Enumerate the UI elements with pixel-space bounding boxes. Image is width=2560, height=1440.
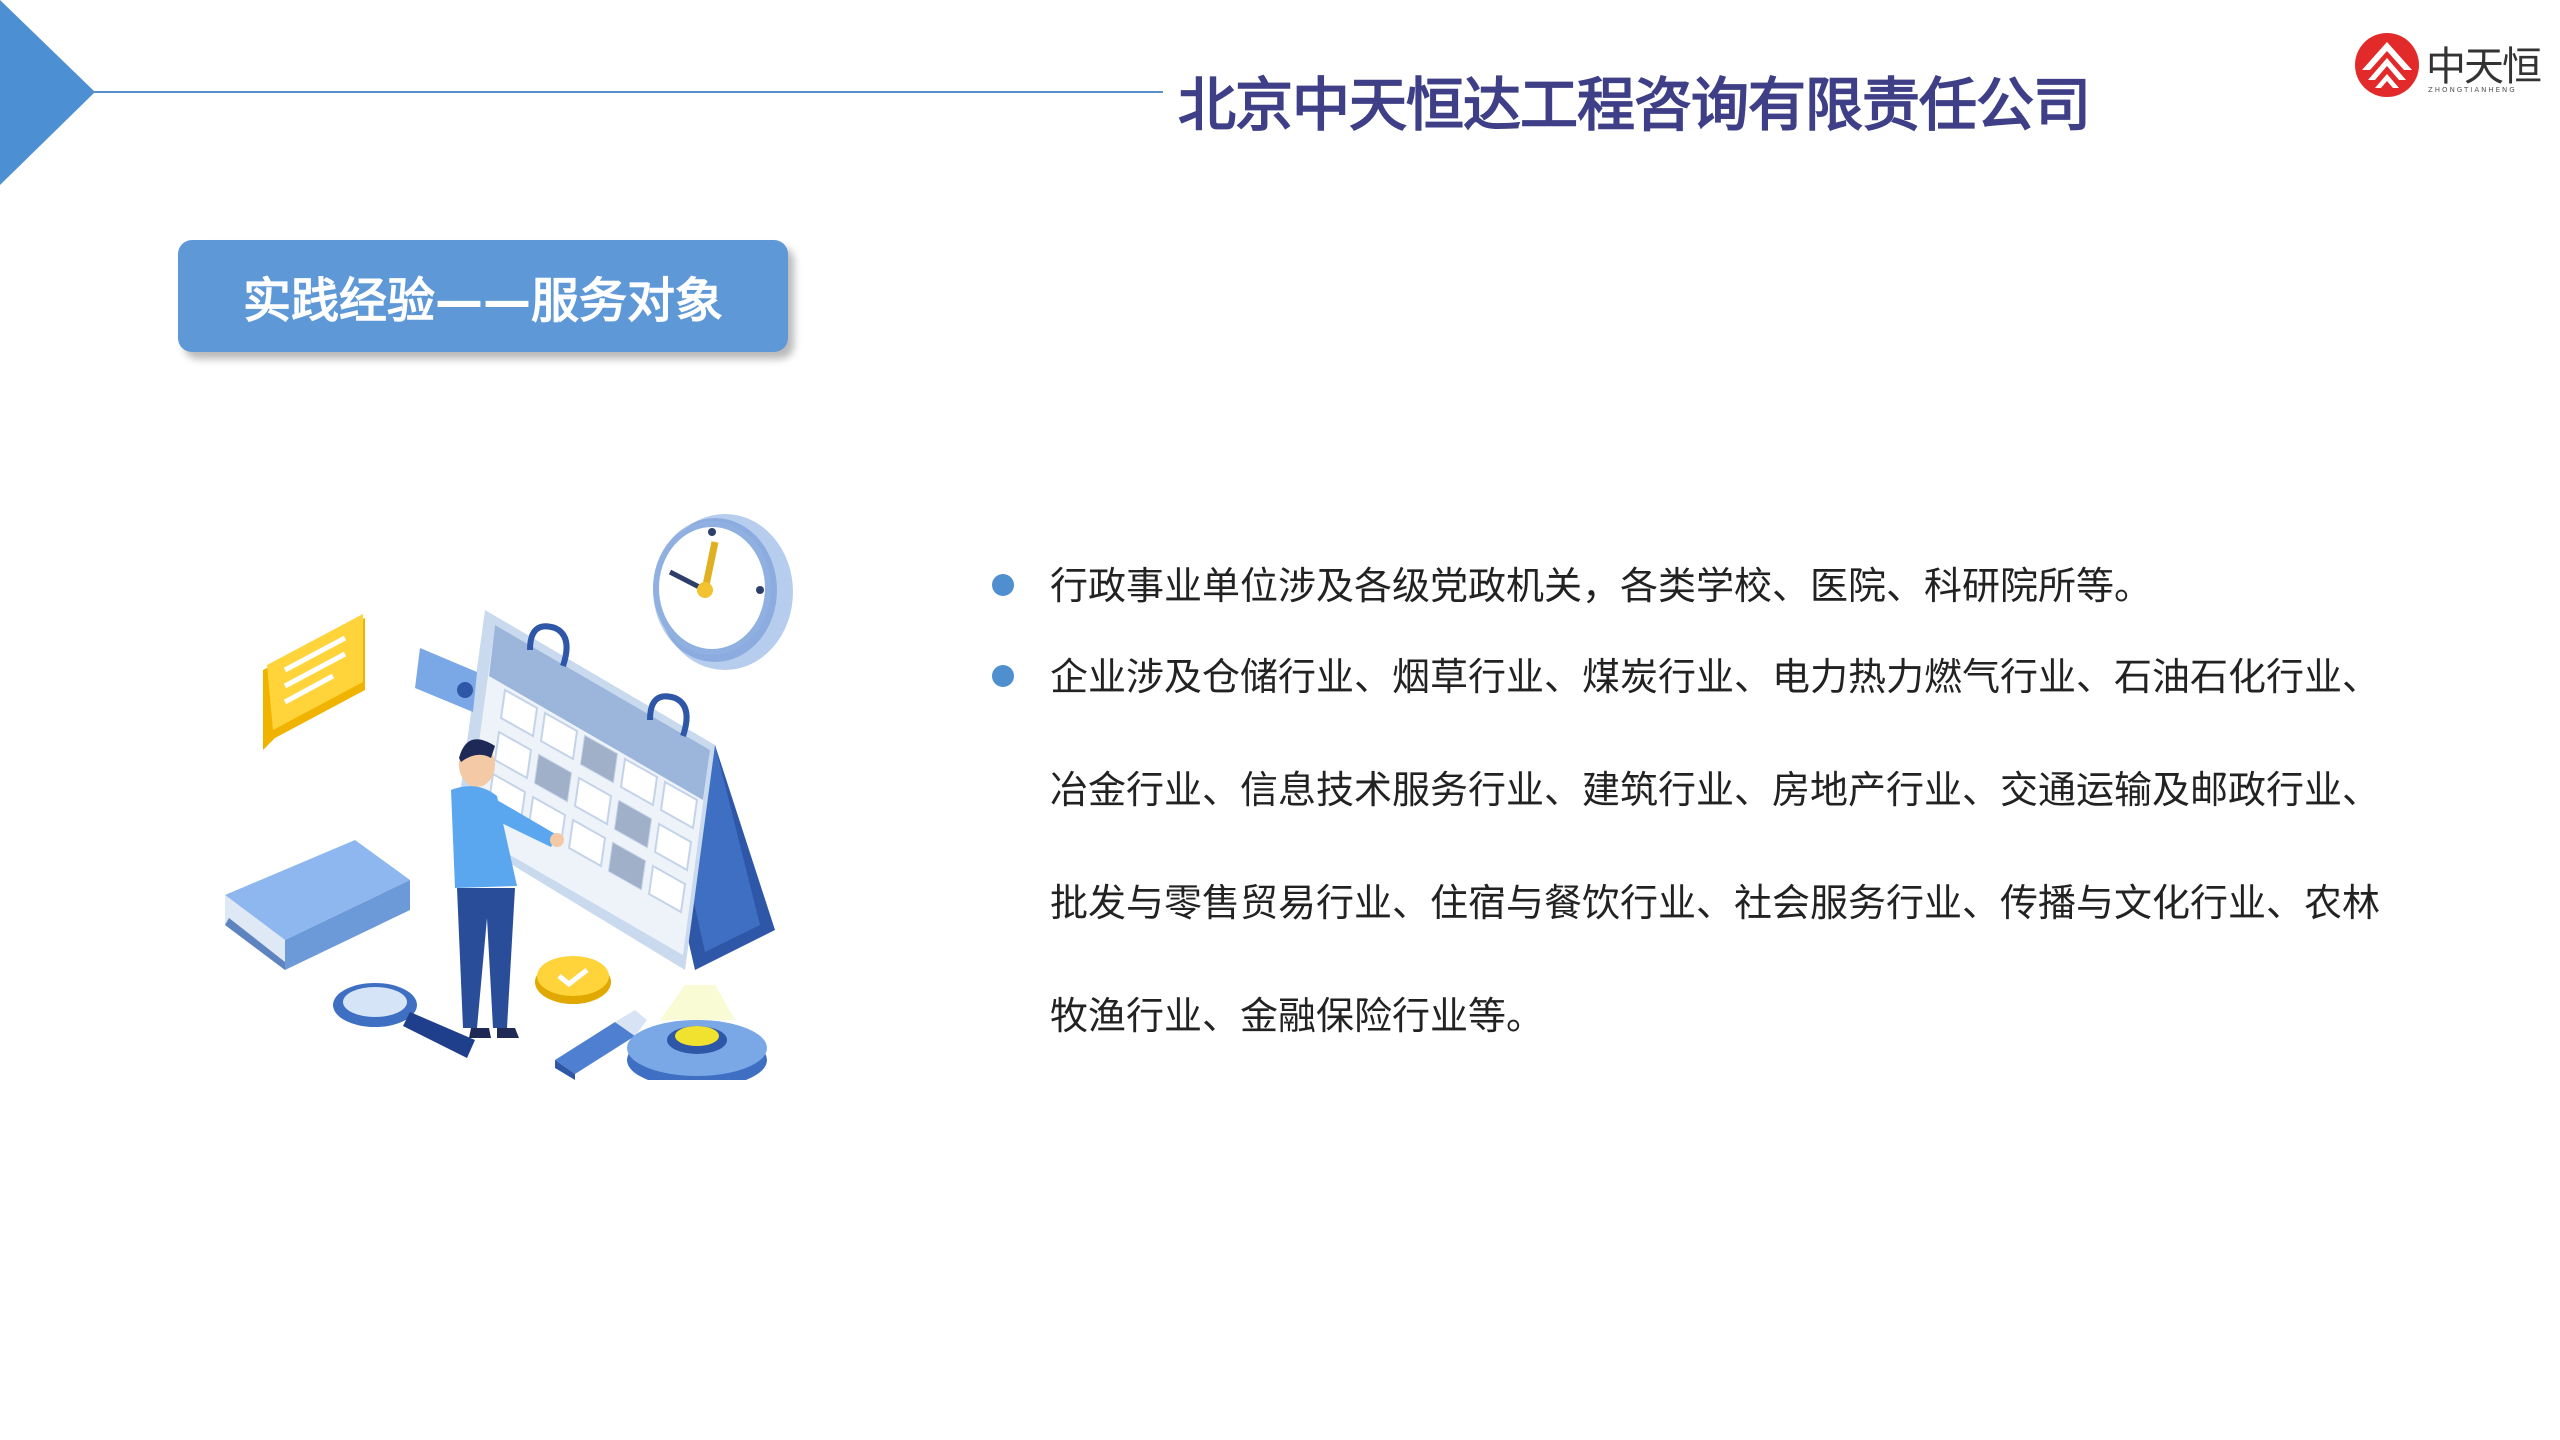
check-coin-icon [535, 956, 611, 1004]
corner-triangle [0, 0, 95, 185]
magnifier-icon [333, 983, 475, 1058]
calendar-illustration [225, 514, 793, 1080]
service-targets-list: 行政事业单位涉及各级党政机关，各类学校、医院、科研院所等。 企业涉及仓储行业、烟… [990, 530, 2410, 1073]
section-title: 实践经验——服务对象 [242, 273, 723, 329]
company-title: 北京中天恒达工程咨询有限责任公司 [1178, 71, 2091, 139]
clock-icon [653, 514, 793, 670]
list-item: 企业涉及仓储行业、烟草行业、煤炭行业、电力热力燃气行业、石油石化行业、冶金行业、… [990, 621, 2410, 1073]
pedestal-light-icon [627, 985, 767, 1080]
book-icon [225, 840, 410, 970]
logo-subtext: ZHONGTIANHENG [2428, 86, 2517, 94]
list-item-text: 企业涉及仓储行业、烟草行业、煤炭行业、电力热力燃气行业、石油石化行业、冶金行业、… [1050, 655, 2381, 1038]
bullet-dot-icon [992, 574, 1014, 596]
list-item-text: 行政事业单位涉及各级党政机关，各类学校、医院、科研院所等。 [1050, 564, 2153, 608]
company-logo: 中天恒 ZHONGTIANHENG [2352, 30, 2542, 102]
bullet-dot-icon [992, 665, 1014, 687]
chat-bubble-icon [263, 614, 365, 750]
header-divider-line [90, 91, 1163, 93]
section-title-badge: 实践经验——服务对象 [178, 240, 788, 352]
note-card-icon [415, 648, 477, 712]
logo-text: 中天恒 [2426, 44, 2542, 90]
zth-logo-icon [2355, 33, 2419, 97]
